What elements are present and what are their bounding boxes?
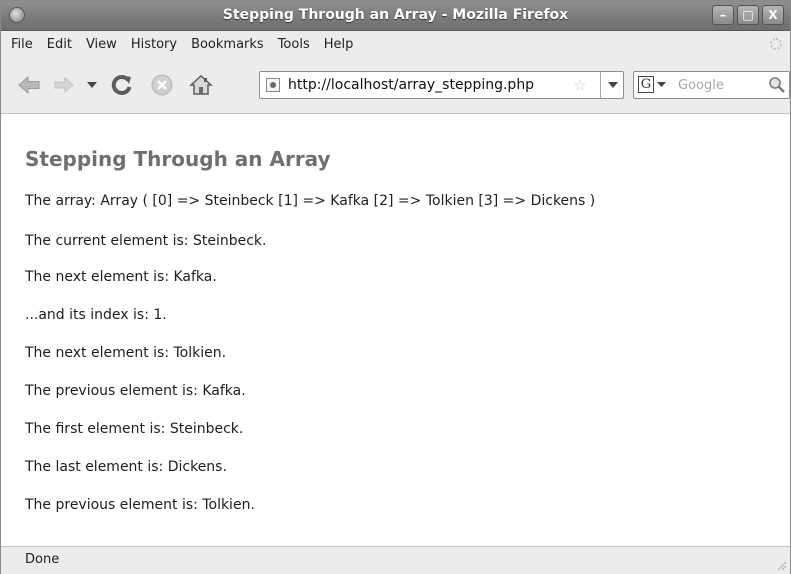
first-element-line: The first element is: Steinbeck.: [25, 421, 244, 437]
status-text: Done: [25, 552, 60, 567]
search-box[interactable]: G Google: [633, 71, 790, 99]
page-content: Stepping Through an Array The array: Arr…: [1, 114, 790, 546]
resize-grip-icon[interactable]: [775, 559, 787, 571]
reload-button[interactable]: [111, 74, 133, 96]
home-button[interactable]: [189, 74, 213, 96]
array-output-line: The array: Array ( [0] => Steinbeck [1] …: [25, 193, 596, 209]
navigation-toolbar: http://localhost/array_stepping.php ☆ G …: [1, 57, 790, 114]
stop-icon: [151, 74, 173, 96]
menu-bookmarks[interactable]: Bookmarks: [184, 37, 271, 52]
next-element-line: The next element is: Kafka.: [25, 269, 217, 285]
menu-edit[interactable]: Edit: [40, 37, 79, 52]
menu-view[interactable]: View: [79, 37, 124, 52]
menu-bar: File Edit View History Bookmarks Tools H…: [1, 31, 790, 57]
window-title: Stepping Through an Array - Mozilla Fire…: [222, 7, 569, 23]
search-icon[interactable]: [768, 76, 786, 94]
previous-element-line-2: The previous element is: Tolkien.: [25, 497, 255, 513]
bookmark-star-icon[interactable]: ☆: [573, 76, 586, 94]
site-identity-icon[interactable]: [266, 78, 280, 92]
browser-window: Stepping Through an Array - Mozilla Fire…: [0, 0, 791, 574]
back-arrow-icon: [18, 75, 40, 95]
minimize-button[interactable]: –: [712, 5, 734, 25]
url-bar[interactable]: http://localhost/array_stepping.php ☆: [259, 71, 624, 99]
stop-button[interactable]: [151, 74, 173, 96]
maximize-button[interactable]: □: [737, 5, 759, 25]
home-icon: [189, 74, 213, 95]
search-engine-button[interactable]: G: [638, 76, 654, 93]
throbber-icon: [770, 38, 782, 50]
url-input[interactable]: http://localhost/array_stepping.php: [288, 77, 534, 93]
page-heading: Stepping Through an Array: [25, 147, 331, 171]
index-line: ...and its index is: 1.: [25, 307, 167, 323]
menu-history[interactable]: History: [124, 37, 184, 52]
reload-icon: [111, 75, 132, 95]
back-button[interactable]: [17, 75, 41, 95]
menu-file[interactable]: File: [1, 37, 40, 52]
menu-help[interactable]: Help: [317, 37, 361, 52]
title-bar[interactable]: Stepping Through an Array - Mozilla Fire…: [1, 1, 790, 31]
previous-element-line: The previous element is: Kafka.: [25, 383, 246, 399]
chevron-down-icon: [607, 82, 618, 88]
url-history-dropdown[interactable]: [600, 72, 624, 98]
forward-arrow-icon: [54, 76, 74, 94]
chevron-down-icon: [87, 82, 97, 88]
history-dropdown-button[interactable]: [85, 75, 99, 95]
search-input[interactable]: Google: [678, 78, 724, 93]
current-element-line: The current element is: Steinbeck.: [25, 233, 267, 249]
menu-tools[interactable]: Tools: [271, 37, 317, 52]
last-element-line: The last element is: Dickens.: [25, 459, 227, 475]
forward-button[interactable]: [53, 75, 75, 95]
next-element-line-2: The next element is: Tolkien.: [25, 345, 227, 361]
chevron-down-icon[interactable]: [657, 82, 666, 87]
status-bar: Done: [1, 546, 790, 574]
close-button[interactable]: X: [762, 5, 784, 25]
window-controls: – □ X: [712, 5, 784, 25]
